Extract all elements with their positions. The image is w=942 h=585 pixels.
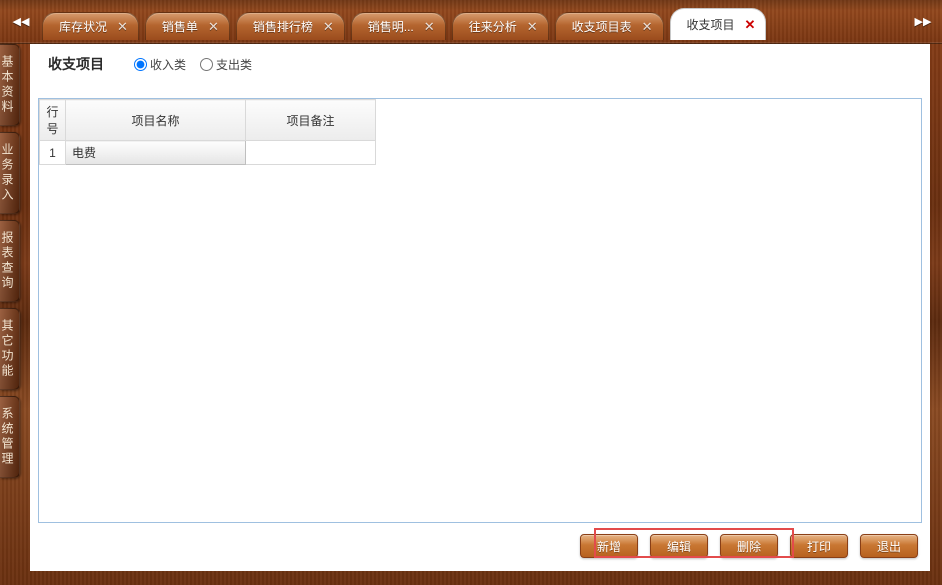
add-button[interactable]: 新增 <box>580 534 638 558</box>
tab-label: 收支项目 <box>687 16 735 33</box>
tab-4[interactable]: 往来分析 ✕ <box>452 12 549 40</box>
close-icon[interactable]: ✕ <box>527 20 538 33</box>
close-icon[interactable]: ✕ <box>642 20 653 33</box>
tab-3[interactable]: 销售明... ✕ <box>351 12 446 40</box>
tab-scroll-right-icon[interactable]: ▶▶ <box>914 10 932 32</box>
sidenav-item-3[interactable]: 其它功能 <box>0 308 20 390</box>
close-icon[interactable]: ✕ <box>323 20 334 33</box>
radio-income-input[interactable] <box>134 58 147 71</box>
tab-2[interactable]: 销售排行榜 ✕ <box>236 12 345 40</box>
tab-label: 销售排行榜 <box>253 18 313 35</box>
close-icon[interactable]: ✕ <box>745 18 756 31</box>
tab-scroll-left-icon[interactable]: ◀◀ <box>12 10 30 32</box>
print-button[interactable]: 打印 <box>790 534 848 558</box>
cell-name[interactable]: 电费 <box>66 141 246 165</box>
close-icon[interactable]: ✕ <box>117 20 128 33</box>
sidenav-item-1[interactable]: 业务录入 <box>0 132 20 214</box>
tab-label: 销售单 <box>162 18 198 35</box>
col-header-rowno[interactable]: 行号 <box>40 100 66 141</box>
col-header-name[interactable]: 项目名称 <box>66 100 246 141</box>
exit-button[interactable]: 退出 <box>860 534 918 558</box>
sidenav-item-0[interactable]: 基本资料 <box>0 44 20 126</box>
panel-title: 收支项目 <box>48 54 104 74</box>
tab-0[interactable]: 库存状况 ✕ <box>42 12 139 40</box>
tab-5[interactable]: 收支项目表 ✕ <box>555 12 664 40</box>
tab-label: 库存状况 <box>59 18 107 35</box>
sidenav-item-4[interactable]: 系统管理 <box>0 396 20 478</box>
main-panel: 收支项目 收入类 支出类 行号 项目名称 项目备注 1电费 新增 <box>30 44 930 571</box>
table-row[interactable]: 1电费 <box>40 141 376 165</box>
delete-button[interactable]: 删除 <box>720 534 778 558</box>
category-radio-group: 收入类 支出类 <box>134 56 252 73</box>
tab-1[interactable]: 销售单 ✕ <box>145 12 230 40</box>
tab-6[interactable]: 收支项目 ✕ <box>670 8 767 40</box>
side-nav: 基本资料业务录入报表查询其它功能系统管理 <box>0 44 20 585</box>
cell-rowno: 1 <box>40 141 66 165</box>
edit-button[interactable]: 编辑 <box>650 534 708 558</box>
tab-label: 往来分析 <box>469 18 517 35</box>
radio-income-label: 收入类 <box>150 56 186 73</box>
close-icon[interactable]: ✕ <box>424 20 435 33</box>
tab-label: 销售明... <box>368 18 414 35</box>
panel-header: 收支项目 收入类 支出类 <box>30 44 930 84</box>
close-icon[interactable]: ✕ <box>208 20 219 33</box>
col-header-note[interactable]: 项目备注 <box>246 100 376 141</box>
tab-bar: ◀◀ 库存状况✕销售单✕销售排行榜✕销售明...✕往来分析✕收支项目表✕收支项目… <box>0 0 942 44</box>
radio-expense-input[interactable] <box>200 58 213 71</box>
tab-label: 收支项目表 <box>572 18 632 35</box>
grid-header-row: 行号 项目名称 项目备注 <box>40 100 376 141</box>
sidenav-item-2[interactable]: 报表查询 <box>0 220 20 302</box>
data-grid[interactable]: 行号 项目名称 项目备注 1电费 <box>38 98 922 523</box>
cell-note[interactable] <box>246 141 376 165</box>
radio-expense-label: 支出类 <box>216 56 252 73</box>
radio-expense[interactable]: 支出类 <box>200 56 252 73</box>
radio-income[interactable]: 收入类 <box>134 56 186 73</box>
footer-toolbar: 新增 编辑 删除 打印 退出 <box>38 529 922 563</box>
